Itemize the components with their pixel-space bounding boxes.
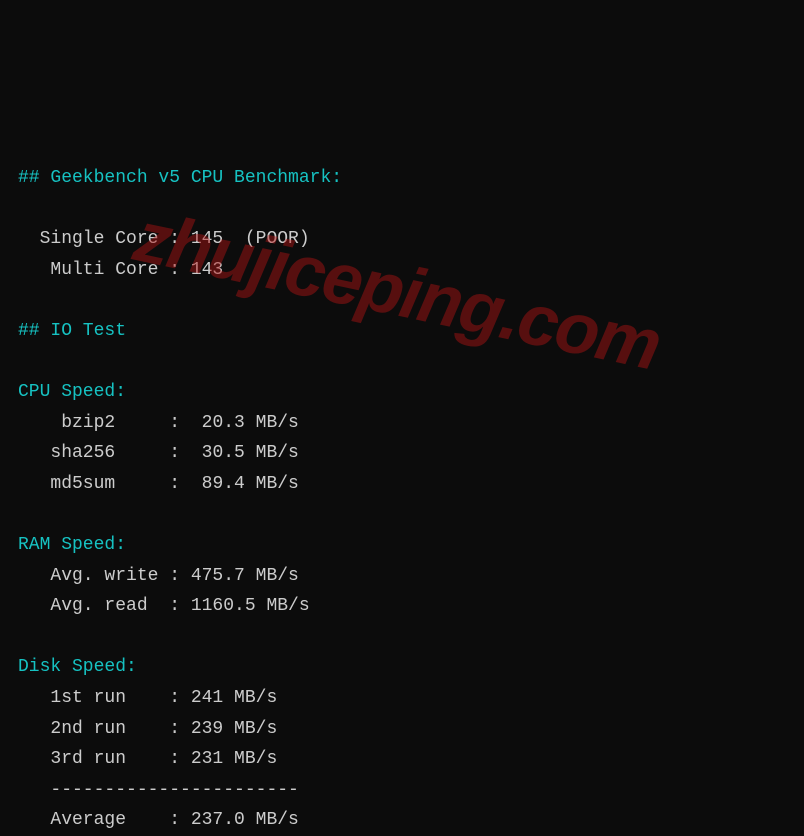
sha256-label: sha256 : (18, 443, 202, 463)
bzip2-label: bzip2 : (18, 413, 202, 433)
ram-read-label: Avg. read : (18, 596, 191, 616)
disk-run2-label: 2nd run : (18, 719, 191, 739)
multi-core-label: Multi Core : (18, 260, 191, 280)
single-core-value: 145 (POOR) (191, 229, 310, 249)
disk-avg-value: 237.0 MB/s (191, 810, 299, 830)
cpu-speed-header: CPU Speed: (18, 382, 126, 402)
watermark-text: zhujiceping.com (123, 176, 671, 407)
single-core-label: Single Core : (18, 229, 191, 249)
ram-read-value: 1160.5 MB/s (191, 596, 310, 616)
multi-core-value: 143 (191, 260, 223, 280)
md5sum-value: 89.4 MB/s (202, 474, 299, 494)
sha256-value: 30.5 MB/s (202, 443, 299, 463)
bzip2-value: 20.3 MB/s (202, 413, 299, 433)
geekbench-header: ## Geekbench v5 CPU Benchmark: (18, 168, 342, 188)
disk-run3-value: 231 MB/s (191, 749, 277, 769)
ram-speed-header: RAM Speed: (18, 535, 126, 555)
disk-divider: ----------------------- (18, 780, 299, 800)
disk-run1-value: 241 MB/s (191, 688, 277, 708)
disk-run3-label: 3rd run : (18, 749, 191, 769)
ram-write-label: Avg. write : (18, 566, 191, 586)
ram-write-value: 475.7 MB/s (191, 566, 299, 586)
disk-speed-header: Disk Speed: (18, 657, 137, 677)
disk-run1-label: 1st run : (18, 688, 191, 708)
disk-run2-value: 239 MB/s (191, 719, 277, 739)
disk-avg-label: Average : (18, 810, 191, 830)
md5sum-label: md5sum : (18, 474, 202, 494)
io-test-header: ## IO Test (18, 321, 126, 341)
